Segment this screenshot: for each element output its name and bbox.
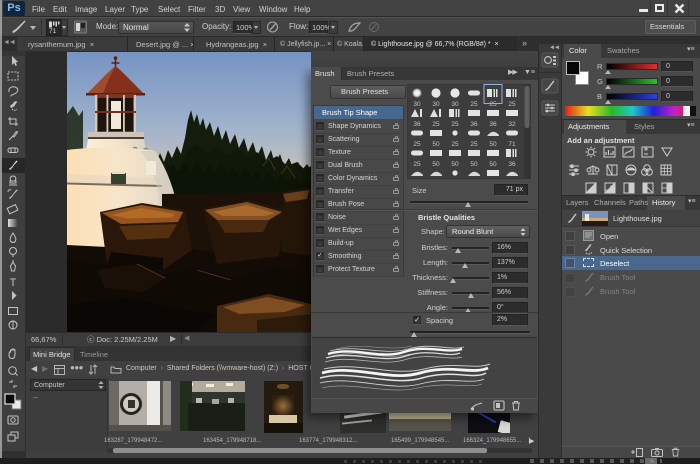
svg-text:50: 50 — [489, 141, 497, 148]
svg-text:25: 25 — [489, 101, 497, 108]
svg-text:32: 32 — [508, 121, 516, 128]
svg-text:30: 30 — [413, 101, 421, 108]
svg-text:25: 25 — [451, 121, 459, 128]
svg-text:25: 25 — [508, 101, 516, 108]
svg-text:25: 25 — [470, 141, 478, 148]
svg-text:71: 71 — [508, 141, 516, 148]
svg-text:36: 36 — [413, 121, 421, 128]
svg-text:25: 25 — [413, 161, 421, 168]
svg-text:30: 30 — [451, 101, 459, 108]
svg-text:25: 25 — [432, 121, 440, 128]
svg-text:25: 25 — [413, 141, 421, 148]
svg-text:30: 30 — [432, 101, 440, 108]
svg-text:50: 50 — [451, 161, 459, 168]
svg-text:50: 50 — [432, 141, 440, 148]
svg-text:50: 50 — [489, 161, 497, 168]
svg-text:25: 25 — [451, 141, 459, 148]
svg-text:36: 36 — [470, 121, 478, 128]
svg-text:50: 50 — [432, 161, 440, 168]
svg-text:25: 25 — [470, 101, 478, 108]
svg-text:T: T — [10, 277, 17, 289]
svg-text:50: 50 — [470, 161, 478, 168]
svg-text:36: 36 — [489, 121, 497, 128]
svg-text:36: 36 — [508, 161, 516, 168]
